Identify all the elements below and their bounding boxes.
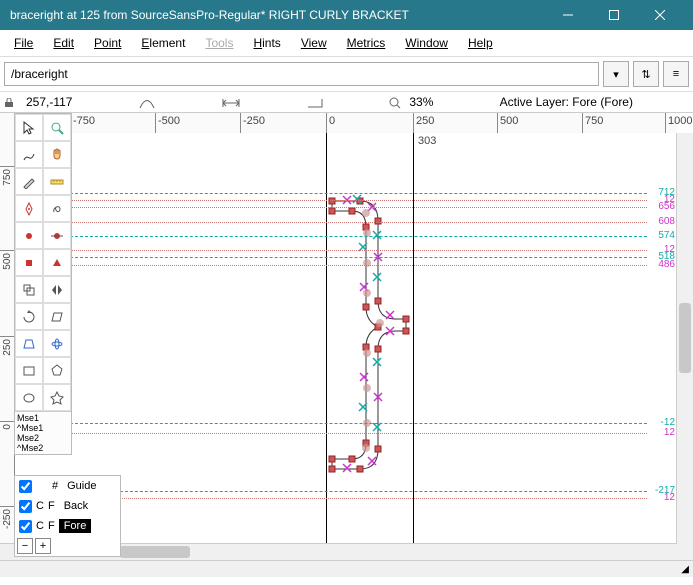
window-title: braceright at 125 from SourceSansPro-Reg… xyxy=(10,8,545,22)
angle-icon xyxy=(303,95,327,109)
menu-tools: Tools xyxy=(197,34,241,52)
add-hv-point-tool[interactable] xyxy=(43,222,71,249)
spiro-tool[interactable] xyxy=(43,195,71,222)
active-layer-label[interactable]: Active Layer: Fore (Fore) xyxy=(496,95,693,109)
flip-tool[interactable] xyxy=(43,276,71,303)
close-button[interactable] xyxy=(637,0,683,30)
remove-layer-button[interactable]: − xyxy=(17,538,33,554)
menu-help[interactable]: Help xyxy=(460,34,501,52)
horizontal-ruler: -750-500-25002505007501000 xyxy=(70,113,677,134)
hand-tool[interactable] xyxy=(43,141,71,168)
zoom-level: 33% xyxy=(405,95,437,109)
add-layer-button[interactable]: + xyxy=(35,538,51,554)
pen-tool[interactable] xyxy=(15,195,43,222)
layer-back-label[interactable]: Back xyxy=(59,499,93,513)
menu-element[interactable]: Element xyxy=(133,34,193,52)
info-bar: 257,-117 33% Active Layer: Fore (Fore) xyxy=(0,92,693,113)
fore-visible-checkbox[interactable] xyxy=(19,520,32,533)
toolbox: Mse1^Mse1Mse2^Mse2 xyxy=(14,113,72,455)
zoom-icon xyxy=(385,95,405,109)
knife-tool[interactable] xyxy=(15,168,43,195)
glyph-search-input[interactable] xyxy=(4,62,599,86)
extrema-markers xyxy=(343,196,394,472)
zoom-tool[interactable] xyxy=(43,114,71,141)
skew-tool[interactable] xyxy=(43,303,71,330)
menu-window[interactable]: Window xyxy=(397,34,456,52)
polygon-tool[interactable] xyxy=(43,357,71,384)
title-bar: braceright at 125 from SourceSansPro-Reg… xyxy=(0,0,693,30)
measure-tool[interactable] xyxy=(43,168,71,195)
menu-hints[interactable]: Hints xyxy=(245,34,288,52)
arrows-vertical-icon: ⇅ xyxy=(641,68,650,81)
perspective-tool[interactable] xyxy=(15,330,43,357)
scroll-corner xyxy=(677,544,693,560)
glyph-outline xyxy=(70,133,677,544)
layer-guide-label[interactable]: Guide xyxy=(62,479,101,493)
width-icon xyxy=(217,95,245,109)
lock-icon xyxy=(4,98,14,108)
layer-fore-label[interactable]: Fore xyxy=(59,519,92,533)
menu-file[interactable]: File xyxy=(6,34,41,52)
word-list-button[interactable]: ⇅ xyxy=(633,61,659,87)
rect-tool[interactable] xyxy=(15,357,43,384)
glyph-history-button[interactable]: ▾ xyxy=(603,61,629,87)
vertical-scrollbar[interactable] xyxy=(676,133,693,544)
layers-panel[interactable]: # Guide C F Back C F Fore − + xyxy=(14,475,121,557)
scroll-thumb-v[interactable] xyxy=(679,303,691,373)
rotate-tool[interactable] xyxy=(15,303,43,330)
glyph-search-bar: ▾ ⇅ ≡ xyxy=(0,57,693,92)
scroll-thumb-h[interactable] xyxy=(120,546,190,558)
star-tool[interactable] xyxy=(43,384,71,411)
menu-bar: File Edit Point Element Tools Hints View… xyxy=(0,30,693,57)
vertical-ruler: 7505002500-250 xyxy=(0,113,15,544)
cursor-position: 257,-117 xyxy=(22,95,76,109)
maximize-button[interactable] xyxy=(591,0,637,30)
chevron-down-icon: ▾ xyxy=(613,68,619,81)
word-menu-button[interactable]: ≡ xyxy=(663,61,689,87)
freehand-tool[interactable] xyxy=(15,141,43,168)
scale-tool[interactable] xyxy=(15,276,43,303)
back-visible-checkbox[interactable] xyxy=(19,500,32,513)
menu-edit[interactable]: Edit xyxy=(45,34,82,52)
ellipse-tool[interactable] xyxy=(15,384,43,411)
glyph-canvas[interactable]: 303 xyxy=(70,133,677,544)
window-footer: ◢ xyxy=(0,560,693,577)
guide-visible-checkbox[interactable] xyxy=(19,480,32,493)
add-tangent-point-tool[interactable] xyxy=(43,249,71,276)
menu-icon: ≡ xyxy=(673,68,679,80)
rotate-3d-tool[interactable] xyxy=(43,330,71,357)
tangent-icon xyxy=(135,95,159,109)
add-corner-point-tool[interactable] xyxy=(15,249,43,276)
menu-point[interactable]: Point xyxy=(86,34,129,52)
minimize-button[interactable] xyxy=(545,0,591,30)
pointer-tool[interactable] xyxy=(15,114,43,141)
menu-view[interactable]: View xyxy=(293,34,335,52)
menu-metrics[interactable]: Metrics xyxy=(339,34,394,52)
add-curve-point-tool[interactable] xyxy=(15,222,43,249)
resize-grip-icon[interactable]: ◢ xyxy=(681,564,689,575)
